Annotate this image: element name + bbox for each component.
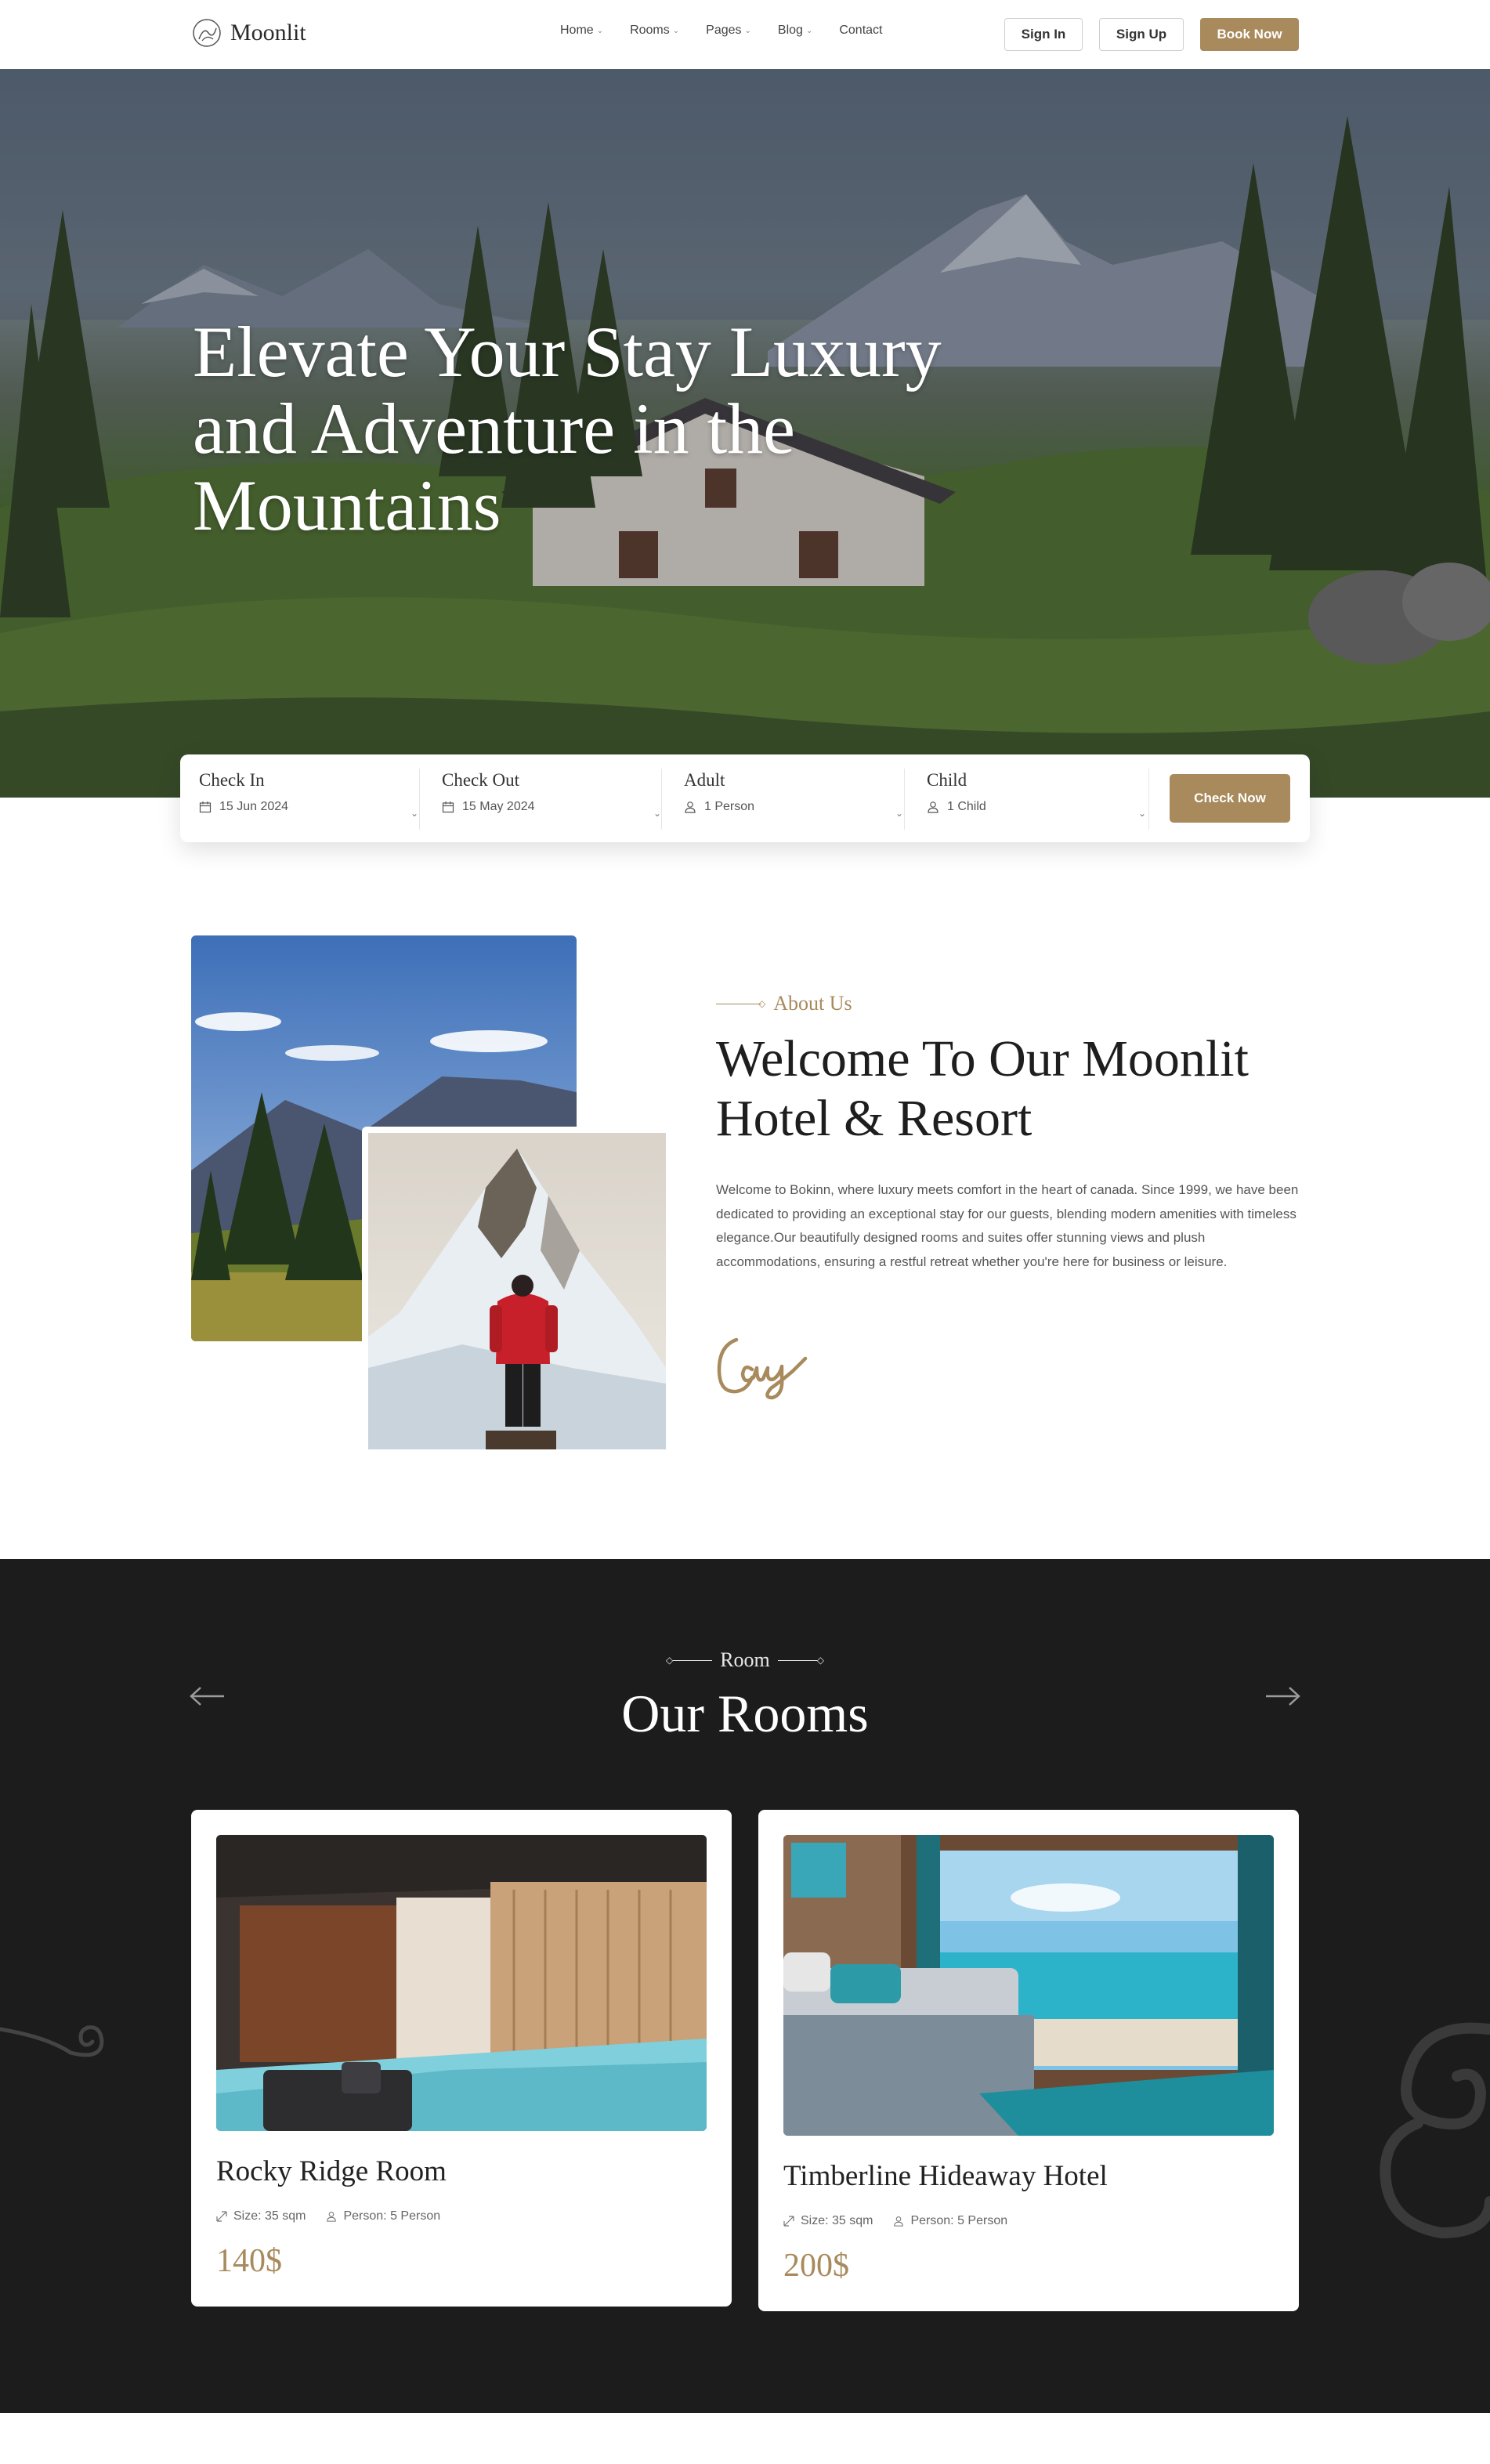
divider [661, 769, 662, 830]
divider [1148, 769, 1149, 830]
user-icon [685, 801, 696, 813]
nav-contact-label: Contact [839, 24, 883, 37]
room-price: 140$ [216, 2243, 282, 2279]
chevron-down-icon: ⌄ [653, 808, 661, 819]
arrow-left-icon[interactable] [188, 1684, 227, 1708]
check-out-field[interactable]: Check Out 15 May 2024 ⌄ [442, 770, 669, 827]
size-icon [783, 2216, 794, 2227]
child-label: Child [927, 770, 967, 790]
nav-pages-label: Pages [706, 24, 742, 37]
nav-blog[interactable]: Blog ⌄ [778, 24, 812, 38]
room-card[interactable]: Rocky Ridge Room Size: 35 sqm Person: 5 … [191, 1810, 732, 2307]
site-header: Moonlit Home ⌄ Rooms ⌄ Pages ⌄ Blog ⌄ Contac… [0, 0, 1490, 69]
rooms-section: ◇ Room ◇ Our Rooms Rocky Ridge Room Size… [0, 1559, 1490, 2413]
diamond-icon: ◇ [665, 1654, 674, 1666]
room-size: Size: 35 sqm [216, 2209, 306, 2223]
room-name[interactable]: Timberline Hideaway Hotel [783, 2159, 1108, 2193]
chevron-down-icon: ⌄ [672, 26, 680, 35]
user-icon [894, 2216, 904, 2227]
child-value: 1 Child [947, 800, 986, 813]
about-title-line-1: Welcome To Our Moonlit [716, 1030, 1249, 1087]
room-name[interactable]: Rocky Ridge Room [216, 2155, 447, 2188]
child-field[interactable]: Child 1 Child ⌄ [927, 770, 1154, 827]
nav-home[interactable]: Home ⌄ [560, 24, 603, 38]
room-image-bedroom[interactable] [783, 1835, 1274, 2136]
room-meta: Size: 35 sqm Person: 5 Person [783, 2214, 1007, 2228]
logo-icon [193, 19, 221, 47]
eyebrow-line [777, 1659, 817, 1661]
room-size-text: Size: 35 sqm [233, 2209, 306, 2223]
logo[interactable]: Moonlit [191, 17, 306, 49]
chevron-down-icon: ⌄ [596, 26, 604, 35]
rooms-eyebrow: ◇ Room ◇ [0, 1648, 1490, 1672]
room-card[interactable]: Timberline Hideaway Hotel Size: 35 sqm P… [758, 1810, 1299, 2311]
chevron-down-icon: ⌄ [744, 26, 751, 35]
room-person: Person: 5 Person [893, 2214, 1007, 2228]
calendar-icon [199, 801, 212, 813]
nav-pages[interactable]: Pages ⌄ [706, 24, 751, 38]
check-out-value: 15 May 2024 [462, 800, 535, 813]
main-nav: Home ⌄ Rooms ⌄ Pages ⌄ Blog ⌄ Contact [560, 24, 882, 38]
user-icon [928, 801, 938, 813]
check-in-value: 15 Jun 2024 [219, 800, 289, 813]
chevron-down-icon: ⌄ [895, 808, 903, 819]
room-price: 200$ [783, 2248, 849, 2284]
hero-title-line-2: and Adventure in the [193, 389, 796, 469]
nav-rooms-label: Rooms [630, 24, 670, 37]
rooms-eyebrow-text: Room [720, 1648, 770, 1671]
nav-home-label: Home [560, 24, 594, 37]
hero-title: Elevate Your Stay Luxury and Adventure i… [193, 313, 976, 544]
adult-field[interactable]: Adult 1 Person ⌄ [684, 770, 911, 827]
room-meta: Size: 35 sqm Person: 5 Person [216, 2209, 440, 2223]
room-image-pool[interactable] [216, 1835, 707, 2131]
about-description: Welcome to Bokinn, where luxury meets co… [716, 1182, 1299, 1269]
chevron-down-icon: ⌄ [805, 26, 813, 35]
about-title: Welcome To Our Moonlit Hotel & Resort [716, 1029, 1311, 1149]
hero-title-line-1: Elevate Your Stay Luxury [193, 312, 942, 392]
about-title-line-2: Hotel & Resort [716, 1090, 1033, 1147]
check-in-label: Check In [199, 770, 265, 790]
about-image-hiker [362, 1127, 672, 1456]
sign-up-button[interactable]: Sign Up [1099, 18, 1184, 51]
eyebrow-line [673, 1659, 713, 1661]
hero-title-line-3: Mountains [193, 465, 501, 545]
room-size-text: Size: 35 sqm [801, 2214, 873, 2227]
signature-image [717, 1337, 808, 1400]
logo-text: Moonlit [230, 20, 306, 45]
adult-label: Adult [684, 770, 725, 790]
divider [904, 769, 905, 830]
room-person: Person: 5 Person [326, 2209, 440, 2223]
about-eyebrow: ◇ About Us [716, 992, 852, 1015]
room-person-text: Person: 5 Person [343, 2209, 441, 2223]
chevron-down-icon: ⌄ [1137, 808, 1146, 819]
calendar-icon [442, 801, 454, 813]
nav-blog-label: Blog [777, 24, 803, 37]
user-icon [327, 2212, 337, 2222]
hero-section: Elevate Your Stay Luxury and Adventure i… [0, 69, 1490, 798]
nav-contact[interactable]: Contact [839, 24, 882, 38]
adult-value: 1 Person [704, 800, 755, 813]
nav-rooms[interactable]: Rooms ⌄ [630, 24, 679, 38]
check-out-label: Check Out [442, 770, 520, 790]
divider [419, 769, 420, 830]
check-now-button[interactable]: Check Now [1170, 774, 1290, 823]
book-now-button[interactable]: Book Now [1200, 18, 1299, 51]
swirl-decoration-icon [0, 2025, 104, 2057]
chevron-down-icon: ⌄ [410, 808, 418, 819]
room-person-text: Person: 5 Person [910, 2214, 1008, 2227]
room-size: Size: 35 sqm [783, 2214, 873, 2228]
sign-in-button[interactable]: Sign In [1004, 18, 1083, 51]
arrow-right-icon[interactable] [1263, 1684, 1302, 1708]
booking-form: Check In 15 Jun 2024 ⌄ Check Out 15 May … [180, 754, 1310, 842]
ornament-decoration-icon [1380, 2022, 1490, 2239]
about-eyebrow-text: About Us [773, 992, 852, 1015]
diamond-icon: ◇ [816, 1654, 825, 1666]
size-icon [216, 2211, 227, 2222]
check-in-field[interactable]: Check In 15 Jun 2024 ⌄ [199, 770, 426, 827]
